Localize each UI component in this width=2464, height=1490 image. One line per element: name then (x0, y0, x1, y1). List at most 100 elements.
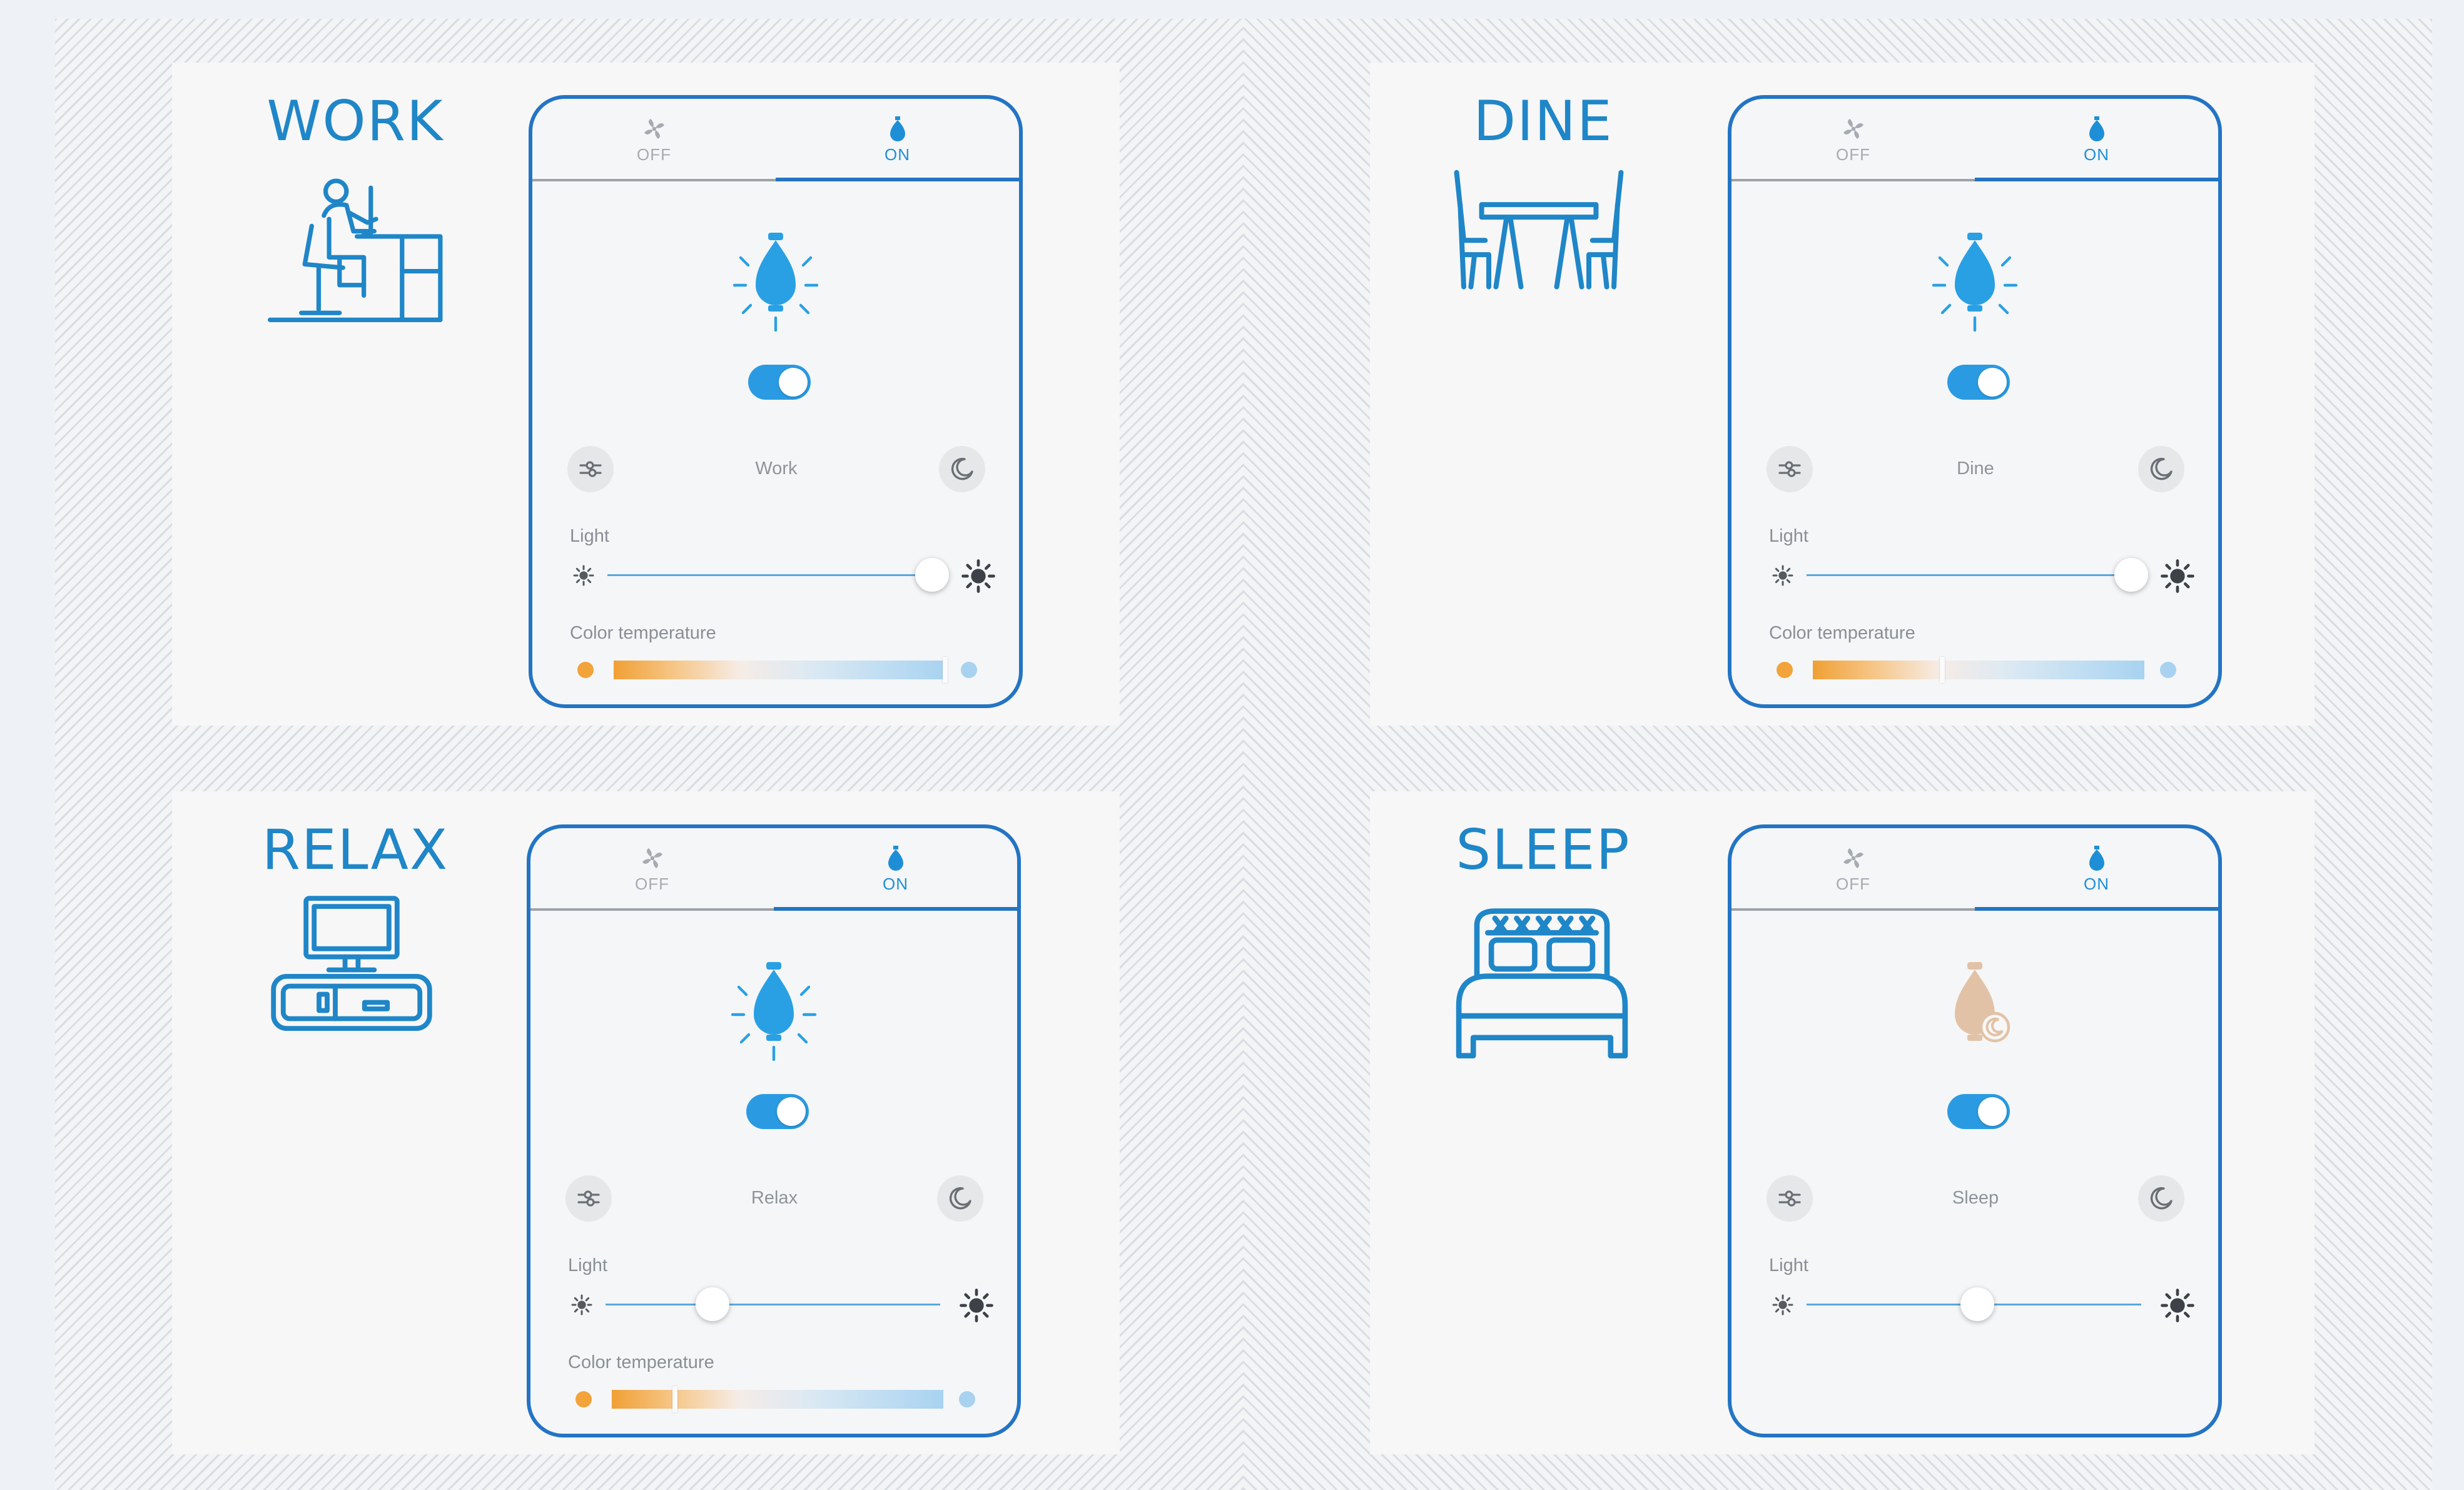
color-temperature-label: Color temperature (568, 1352, 714, 1372)
tab-off-underline (1731, 179, 1975, 181)
dine-tabs: OFF ON (1731, 99, 2218, 181)
work-tabs: OFF ON (532, 99, 1019, 181)
dine-scene-label: Dine (1957, 459, 1994, 479)
dine-power-toggle[interactable] (1947, 365, 2010, 400)
bulb-tab-icon (890, 116, 905, 141)
adjust-button[interactable] (567, 446, 614, 492)
relax-tab-off[interactable]: OFF (530, 828, 774, 910)
light-label: Light (570, 526, 609, 546)
tab-on-label: ON (2084, 874, 2109, 893)
brightness-thumb[interactable] (696, 1287, 730, 1321)
work-power-toggle[interactable] (748, 365, 811, 400)
tab-off-underline (532, 179, 776, 181)
dine-control-panel: OFF ON Dine Light Color temperature (1728, 95, 2222, 708)
dine-brightness-slider[interactable] (1807, 558, 2148, 592)
tab-off-label: OFF (635, 874, 669, 893)
tab-off-label: OFF (1836, 874, 1870, 893)
tab-on-label: ON (2084, 145, 2109, 164)
night-mode-button[interactable] (2138, 446, 2184, 492)
sleep-tabs: OFF ON (1731, 828, 2218, 911)
work-scene-label: Work (755, 459, 798, 479)
dine-tab-off[interactable]: OFF (1731, 99, 1975, 180)
color-temperature-label: Color temperature (570, 623, 716, 643)
warm-dot (577, 662, 594, 678)
dine-title: DINE (1473, 89, 1613, 153)
toggle-knob (1978, 368, 2007, 397)
night-bulb-icon (1930, 960, 2020, 1066)
toggle-knob (1978, 1097, 2007, 1126)
night-mode-button[interactable] (939, 446, 985, 492)
sleep-title: SLEEP (1456, 818, 1631, 882)
brightness-low-icon (1770, 563, 1795, 588)
tv-stand-icon (270, 891, 433, 1032)
tab-on-underline (1975, 907, 2218, 911)
bulb-tab-icon (2089, 846, 2104, 871)
adjust-button[interactable] (1767, 446, 1813, 492)
tab-on-underline (776, 178, 1019, 181)
relax-tabs: OFF ON (530, 828, 1017, 911)
adjust-button[interactable] (565, 1175, 612, 1222)
dine-color-temperature-slider[interactable] (1813, 657, 2144, 683)
relax-control-panel: OFF ON Relax Light Color temperature (527, 824, 1021, 1437)
moon-icon (951, 457, 973, 480)
tab-on-underline (774, 907, 1017, 911)
sliders-icon (577, 1190, 600, 1207)
fan-icon (1843, 119, 1863, 139)
night-mode-button[interactable] (937, 1175, 983, 1222)
sliders-icon (1778, 461, 1801, 477)
relax-scene-label: Relax (751, 1188, 798, 1208)
relax-color-temperature-slider[interactable] (612, 1386, 943, 1412)
tab-on-label: ON (883, 874, 908, 893)
brightness-thumb[interactable] (915, 558, 949, 592)
bulb-tab-icon (2089, 116, 2104, 141)
work-tab-off[interactable]: OFF (532, 99, 776, 180)
moon-icon (949, 1187, 971, 1210)
light-label: Light (1769, 1255, 1808, 1275)
fan-icon (642, 848, 662, 868)
brightness-high-icon (2160, 559, 2195, 594)
cool-dot (959, 1391, 975, 1407)
brightness-thumb[interactable] (2114, 558, 2148, 592)
tab-off-label: OFF (1836, 145, 1870, 164)
sleep-power-toggle[interactable] (1947, 1094, 2010, 1129)
relax-power-toggle[interactable] (746, 1094, 809, 1129)
work-brightness-slider[interactable] (607, 558, 949, 592)
sleep-tab-on[interactable]: ON (1975, 828, 2218, 910)
tab-off-underline (530, 908, 774, 911)
night-mode-button[interactable] (2138, 1175, 2184, 1222)
tab-off-underline (1731, 908, 1975, 911)
work-tab-on[interactable]: ON (776, 99, 1019, 180)
brightness-high-icon (961, 559, 996, 594)
sleep-brightness-slider[interactable] (1807, 1287, 2141, 1321)
person-at-desk-icon (263, 174, 444, 330)
dine-tab-on[interactable]: ON (1975, 99, 2218, 180)
work-color-temperature-slider[interactable] (614, 657, 948, 683)
brightness-high-icon (959, 1288, 994, 1323)
cool-dot (2160, 662, 2176, 678)
sleep-scene-label: Sleep (1952, 1188, 1999, 1208)
relax-tab-on[interactable]: ON (774, 828, 1017, 910)
brightness-low-icon (1770, 1292, 1795, 1317)
fan-icon (644, 119, 664, 139)
work-control-panel: OFF ON Work Light Color temperature (529, 95, 1023, 708)
moon-icon (2150, 457, 2172, 480)
warm-dot (575, 1391, 592, 1407)
light-label: Light (1769, 526, 1808, 546)
color-temperature-label: Color temperature (1769, 623, 1915, 643)
brightness-low-icon (571, 563, 596, 588)
adjust-button[interactable] (1767, 1175, 1813, 1222)
moon-icon (2150, 1187, 2172, 1210)
cool-dot (961, 662, 977, 678)
color-temperature-marker[interactable] (1939, 657, 1945, 683)
bulb-tab-icon (888, 846, 903, 871)
warm-dot (1777, 662, 1793, 678)
tab-off-label: OFF (637, 145, 671, 164)
tab-on-underline (1975, 178, 2218, 181)
color-temperature-marker[interactable] (672, 1386, 677, 1412)
brightness-low-icon (569, 1292, 594, 1317)
sleep-tab-off[interactable]: OFF (1731, 828, 1975, 910)
work-title: WORK (266, 89, 444, 153)
color-temperature-marker[interactable] (943, 657, 948, 683)
relax-brightness-slider[interactable] (606, 1287, 940, 1321)
brightness-thumb[interactable] (1960, 1287, 1994, 1321)
